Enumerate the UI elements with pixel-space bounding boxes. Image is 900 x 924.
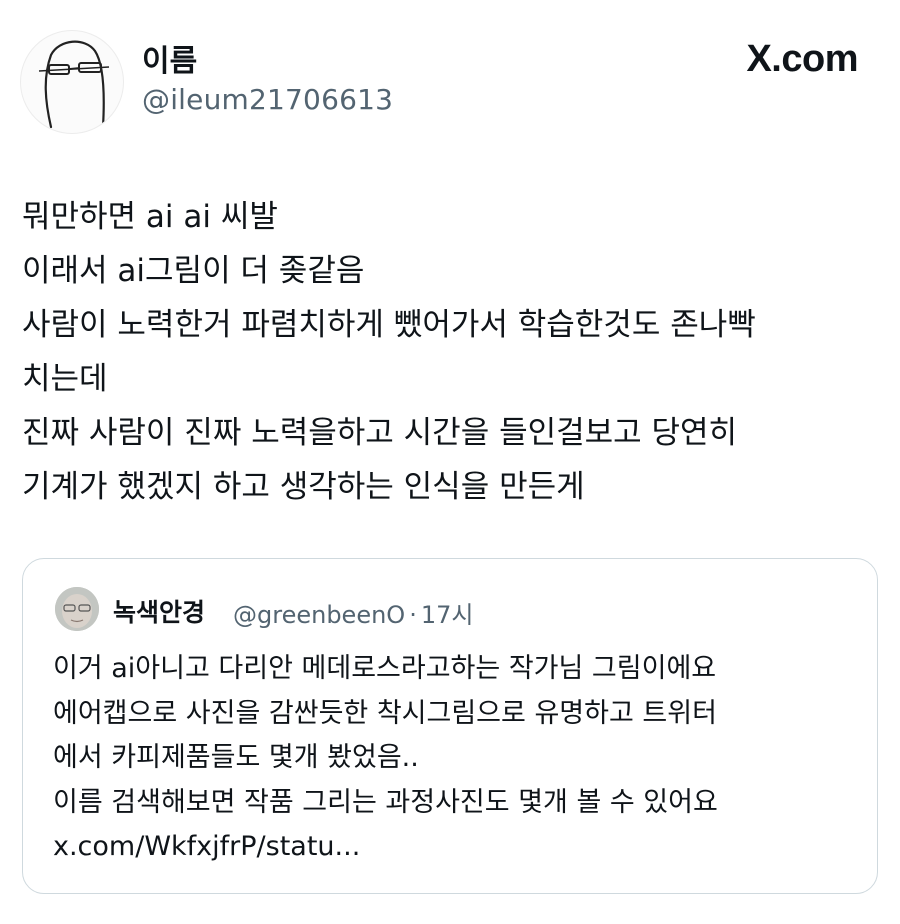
glasses-sketch-avatar-icon	[38, 40, 110, 129]
quoted-link[interactable]: x.com/WkfxjfrP/statu...	[53, 825, 853, 870]
quoted-tweet-text: 이거 ai아니고 다리안 메데로스라고하는 작가님 그림이에요 에어캡으로 사진…	[53, 647, 853, 870]
quoted-timestamp[interactable]: 17시	[421, 601, 474, 629]
tweet-line: 이래서 ai그림이 더 좆같음	[22, 253, 365, 289]
x-logo: X.com	[746, 38, 858, 80]
face-photo-avatar-icon	[55, 587, 99, 631]
quoted-line: 이거 ai아니고 다리안 메데로스라고하는 작가님 그림이에요	[53, 653, 717, 684]
author-display-name[interactable]: 이름	[142, 36, 197, 80]
quoted-author-meta: @greenbeenO · 17시	[233, 595, 473, 630]
quoted-author-handle[interactable]: @greenbeenO	[233, 601, 405, 629]
quoted-author-avatar[interactable]	[55, 587, 99, 631]
quoted-line: 에어캡으로 사진을 감싼듯한 착시그림으로 유명하고 트위터	[53, 697, 717, 729]
quoted-line: 에서 카피제품들도 몇개 봤었음..	[53, 742, 419, 773]
tweet-line: 기계가 했겠지 하고 생각하는 인식을 만든게	[22, 469, 585, 505]
author-handle[interactable]: @ileum21706613	[142, 83, 393, 116]
tweet-text: 뭐만하면 ai ai 씨발 이래서 ai그림이 더 좆같음 사람이 노력한거 파…	[22, 190, 882, 514]
tweet-line: 진짜 사람이 진짜 노력을하고 시간을 들인걸보고 당연히	[22, 415, 738, 451]
meta-separator: ·	[409, 601, 417, 629]
tweet-line: 치는데	[22, 361, 108, 397]
quoted-author-display-name[interactable]: 녹색안경	[113, 593, 205, 629]
quoted-line: 이름 검색해보면 작품 그리는 과정사진도 몇개 볼 수 있어요	[53, 786, 718, 818]
tweet-line: 뭐만하면 ai ai 씨발	[22, 199, 278, 235]
tweet-header: 이름 @ileum21706613 X.com	[0, 0, 900, 150]
tweet-line: 사람이 노력한거 파렴치하게 뺐어가서 학습한것도 존나빡	[22, 307, 756, 343]
author-avatar[interactable]	[20, 30, 124, 134]
quoted-tweet-card[interactable]: 녹색안경 @greenbeenO · 17시 이거 ai아니고 다리안 메데로스라고…	[22, 558, 878, 894]
